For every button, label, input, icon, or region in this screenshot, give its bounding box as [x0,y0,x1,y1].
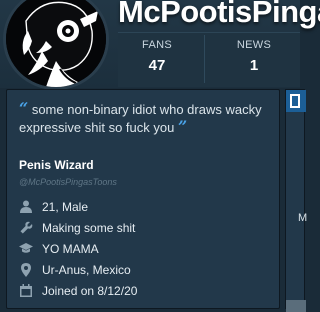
calendar-icon [19,284,33,298]
display-name: Penis Wizard [19,158,94,172]
detail-text: Joined on 8/12/20 [42,283,138,298]
close-quote-icon: ” [177,117,188,136]
avatar-artwork [6,0,106,87]
detail-joined: Joined on 8/12/20 [19,280,137,301]
person-icon [19,200,33,214]
side-panel-footer [286,300,306,312]
profile-details-list: 21, Male Making some shit YO MAMA Ur-Anu… [19,196,137,301]
fans-count: 47 [148,57,166,74]
fans-stat[interactable]: FANS 47 [118,33,196,87]
news-stat[interactable]: NEWS 1 [214,33,294,87]
panel-icon [290,94,300,108]
profile-username[interactable]: McPootisPinga [118,0,320,30]
bio-text: some non-binary idiot who draws wacky ex… [19,102,262,135]
detail-text: 21, Male [42,199,89,214]
profile-info-card: “ some non-binary idiot who draws wacky … [6,89,280,309]
bio-quote: “ some non-binary idiot who draws wacky … [19,100,269,136]
user-handle: @McPootisPingasToons [19,177,117,187]
side-panel-header[interactable] [286,90,306,112]
side-panel: M [285,89,308,312]
news-label: NEWS [236,39,272,51]
side-panel-text: M [298,212,308,224]
open-quote-icon: “ [19,99,29,118]
fans-label: FANS [142,39,172,51]
detail-age-gender: 21, Male [19,196,137,217]
detail-text: YO MAMA [42,241,99,256]
profile-stats-bar: FANS 47 NEWS 1 [118,32,300,87]
location-pin-icon [19,262,33,277]
detail-text: Ur-Anus, Mexico [42,262,131,277]
wrench-icon [19,221,33,235]
detail-location: Ur-Anus, Mexico [19,259,137,280]
graduation-cap-icon [19,242,33,256]
detail-education: YO MAMA [19,238,137,259]
detail-text: Making some shit [42,220,136,235]
stats-divider [204,35,205,83]
news-count: 1 [249,57,259,74]
detail-occupation: Making some shit [19,217,137,238]
